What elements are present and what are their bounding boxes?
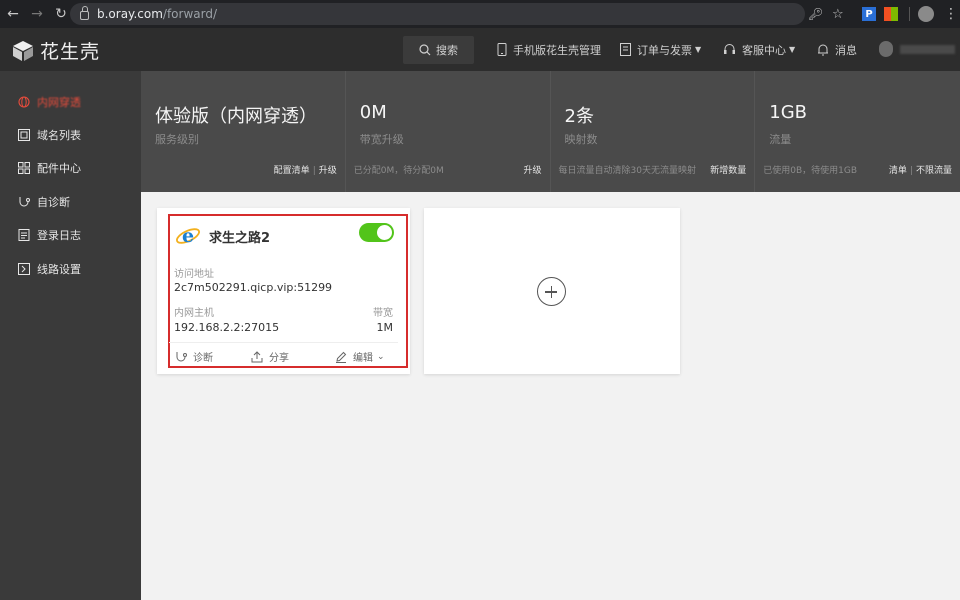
service-stats-bar: 体验版（内网穿透） 服务级别 配置清单 | 升级 0M 带宽升级 已分配0M，待分配… <box>141 71 960 192</box>
logo-cube-icon <box>12 40 34 62</box>
stat-service-level: 体验版（内网穿透） 服务级别 配置清单 | 升级 <box>141 71 346 192</box>
intranet-host-label: 内网主机 <box>174 308 214 319</box>
search-icon <box>419 44 431 56</box>
bandwidth-value: 1M <box>376 321 394 334</box>
sidebar-item-accessories[interactable]: 配件中心 <box>0 152 141 185</box>
mapping-card[interactable]: e 求生之路2 访问地址 2c7m502291.qicp.vip:51299 内… <box>157 208 410 374</box>
sidebar-item-diagnose[interactable]: 自诊断 <box>0 185 141 218</box>
mapping-enable-toggle[interactable] <box>359 223 394 242</box>
address-bar[interactable]: b.oray.com/forward/ <box>70 3 805 25</box>
route-icon <box>18 262 30 275</box>
ie-icon: e <box>176 225 200 247</box>
upgrade-link[interactable]: 升级 <box>319 166 337 176</box>
card-actions: 诊断 分享 编辑 ⌄ <box>169 342 398 366</box>
back-icon[interactable]: ← <box>2 3 24 25</box>
app-header: 花生壳 搜索 手机版花生壳管理 订单与发票 ▼ 客服中心 ▼ 消息 <box>0 28 960 71</box>
log-icon <box>18 229 30 242</box>
bookmark-star-icon[interactable]: ☆ <box>832 5 844 23</box>
caret-down-icon: ▼ <box>695 45 702 54</box>
config-list-link[interactable]: 配置清单 <box>274 166 310 176</box>
sidebar-item-login-log[interactable]: 登录日志 <box>0 219 141 252</box>
sidebar-item-domains[interactable]: 域名列表 <box>0 118 141 151</box>
add-mapping-card[interactable] <box>424 208 680 374</box>
sidebar-item-route-settings[interactable]: 线路设置 <box>0 252 141 285</box>
forward-icon[interactable]: → <box>26 3 48 25</box>
bell-icon <box>818 44 828 56</box>
browser-toolbar: ← → ↻ b.oray.com/forward/ 🔑︎ ☆ P ⋮ <box>0 0 960 28</box>
search-label: 搜索 <box>436 44 458 57</box>
menu-mobile-manage[interactable]: 手机版花生壳管理 <box>497 28 601 71</box>
main-content: e 求生之路2 访问地址 2c7m502291.qicp.vip:51299 内… <box>141 192 960 600</box>
stat-mappings: 2条 映射数 每日流量自动清除30天无流量映射 新增数量 <box>551 71 756 192</box>
reload-icon[interactable]: ↻ <box>50 3 72 25</box>
mapping-title: 求生之路2 <box>209 230 271 246</box>
intranet-host-value: 192.168.2.2:27015 <box>174 321 280 334</box>
toolbar-divider <box>909 7 910 21</box>
svg-text:e: e <box>182 225 194 247</box>
more-menu-icon[interactable]: ⋮ <box>944 5 958 23</box>
share-icon <box>251 350 263 362</box>
phone-icon <box>497 43 507 56</box>
bandwidth-label: 带宽 <box>373 308 393 319</box>
chevron-down-icon: ⌄ <box>377 351 385 362</box>
grid-icon <box>18 162 30 175</box>
diagnose-icon <box>18 196 30 208</box>
share-button[interactable]: 分享 <box>251 349 289 364</box>
menu-customer-service[interactable]: 客服中心 ▼ <box>723 28 795 71</box>
caret-down-icon: ▼ <box>789 45 796 54</box>
diagnose-icon <box>176 351 187 361</box>
diagnose-button[interactable]: 诊断 <box>175 349 213 364</box>
traffic-list-link[interactable]: 清单 <box>889 166 907 176</box>
logo[interactable]: 花生壳 <box>12 37 100 64</box>
globe-icon <box>18 96 30 108</box>
headset-icon <box>724 44 735 54</box>
access-address-label: 访问地址 <box>174 269 214 280</box>
edit-icon <box>336 351 347 363</box>
menu-orders-invoices[interactable]: 订单与发票 ▼ <box>620 28 701 71</box>
toggle-knob <box>377 225 392 240</box>
add-icon[interactable] <box>537 277 566 306</box>
user-avatar[interactable] <box>879 41 893 57</box>
stat-bandwidth: 0M 带宽升级 已分配0M，待分配0M 升级 <box>346 71 551 192</box>
menu-messages[interactable]: 消息 <box>817 28 857 71</box>
bandwidth-upgrade-link[interactable]: 升级 <box>523 166 541 176</box>
url-text: b.oray.com/forward/ <box>97 7 217 21</box>
edit-button[interactable]: 编辑 ⌄ <box>335 349 385 364</box>
sidebar: 内网穿透 域名列表 配件中心 自诊断 登录日志 线路设置 <box>0 71 141 600</box>
logo-text: 花生壳 <box>40 41 101 63</box>
add-quantity-link[interactable]: 新增数量 <box>710 166 746 176</box>
unlimited-traffic-link[interactable]: 不限流量 <box>916 166 952 176</box>
sidebar-item-intranet[interactable]: 内网穿透 <box>0 85 141 118</box>
domain-list-icon <box>18 129 30 142</box>
extension-p-icon[interactable]: P <box>862 7 876 21</box>
user-name-redacted[interactable] <box>900 45 955 54</box>
stat-traffic: 1GB 流量 已使用0B，待使用1GB 清单 | 不限流量 <box>763 102 952 176</box>
document-icon <box>620 43 631 56</box>
search-button[interactable]: 搜索 <box>403 36 474 64</box>
access-address-value[interactable]: 2c7m502291.qicp.vip:51299 <box>174 281 332 294</box>
profile-avatar[interactable] <box>918 6 934 22</box>
extension-icon[interactable] <box>884 7 898 21</box>
lock-icon <box>80 6 89 20</box>
key-icon[interactable]: 🔑︎ <box>808 5 823 23</box>
